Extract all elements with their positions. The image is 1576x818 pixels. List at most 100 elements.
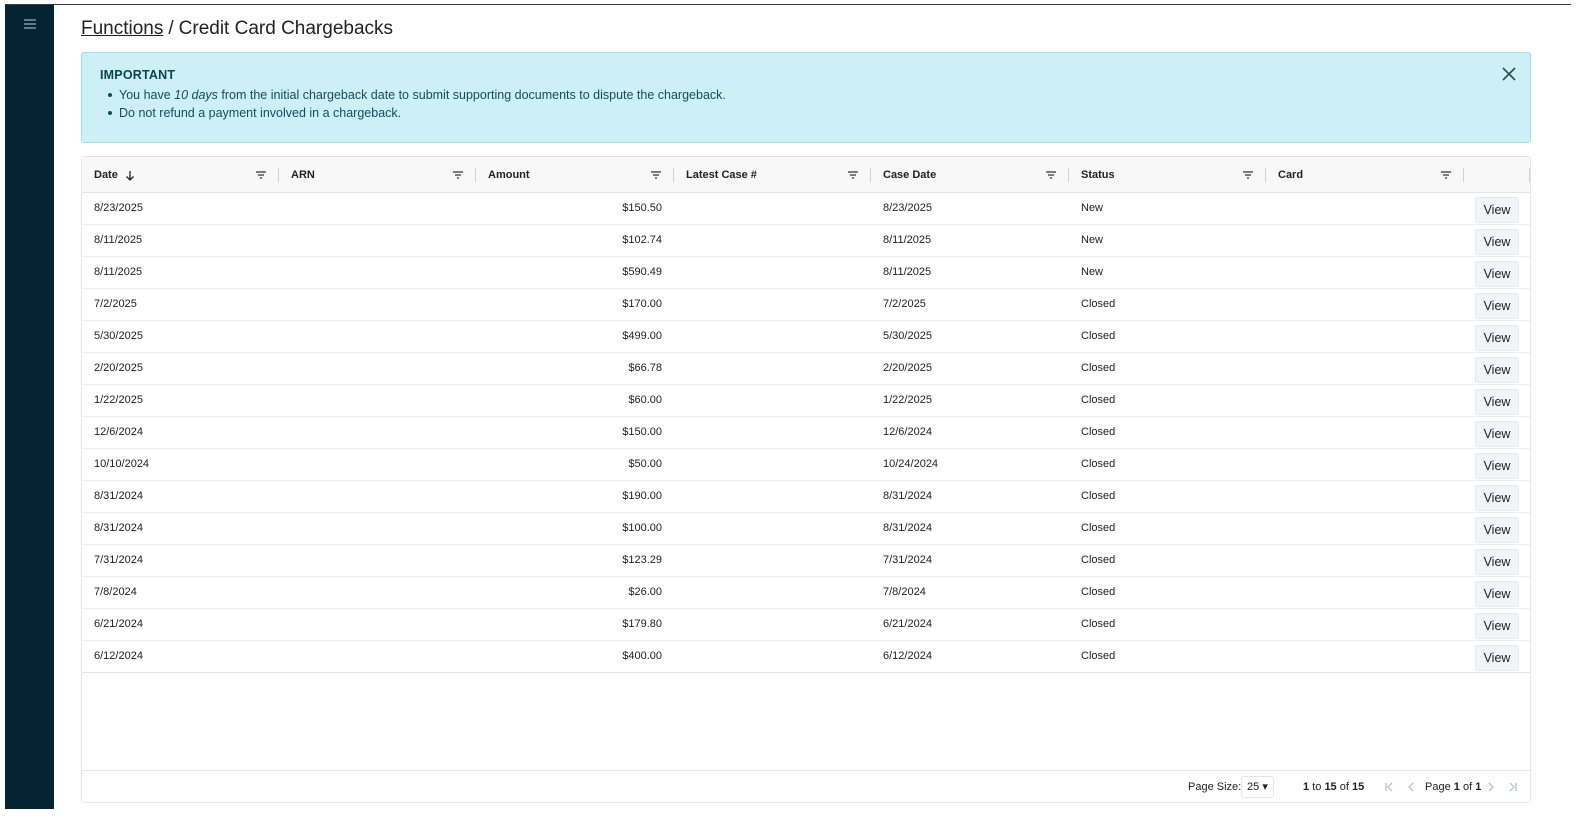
view-button[interactable]: View [1475,293,1519,319]
filter-icon[interactable] [650,169,662,181]
column-header-label: Date [94,169,118,181]
view-button[interactable]: View [1475,389,1519,415]
case-date-cell: 8/11/2025 [883,266,932,278]
breadcrumb-link-functions[interactable]: Functions [81,18,163,39]
previous-page-icon[interactable] [1405,781,1417,793]
status-cell: Closed [1081,650,1116,662]
row-range: 1 to 15 of 15 [1303,771,1364,803]
range-total: 15 [1352,781,1365,793]
date-cell: 8/23/2025 [94,202,143,214]
view-button[interactable]: View [1475,229,1519,255]
table-row: 7/8/2024 $26.00 7/8/2024 Closed View [82,577,1530,609]
status-cell: Closed [1081,618,1116,630]
view-button[interactable]: View [1475,549,1519,575]
column-header-label: Case Date [883,169,937,181]
case-date-cell: 10/24/2024 [883,458,939,470]
column-header-latest-case[interactable]: Latest Case # [674,157,871,193]
view-button[interactable]: View [1475,645,1519,671]
table-row: 7/31/2024 $123.29 7/31/2024 Closed View [82,545,1530,577]
column-header-amount[interactable]: Amount [476,157,674,193]
column-header-case-date[interactable]: Case Date [871,157,1069,193]
status-cell: New [1081,234,1104,246]
view-button[interactable]: View [1475,517,1519,543]
close-icon[interactable] [1500,65,1518,83]
date-cell: 2/20/2025 [94,362,143,374]
filter-icon[interactable] [1440,169,1452,181]
case-date-cell: 8/11/2025 [883,234,932,246]
date-cell: 5/30/2025 [94,330,143,342]
column-header-label: Status [1081,169,1115,181]
view-button[interactable]: View [1475,421,1519,447]
range-from: 1 [1303,781,1310,793]
date-cell: 8/11/2025 [94,234,143,246]
column-header-card[interactable]: Card [1266,157,1464,193]
column-header-label: ARN [291,169,315,181]
status-cell: Closed [1081,522,1116,534]
column-header-arn[interactable]: ARN [279,157,476,193]
alert-item-emphasis: 10 days [174,88,218,102]
alert-item-deadline: You have 10 days from the initial charge… [108,86,726,104]
table-row: 5/30/2025 $499.00 5/30/2025 Closed View [82,321,1530,353]
column-header-status[interactable]: Status [1069,157,1266,193]
filter-icon[interactable] [1242,169,1254,181]
main-content: Functions / Credit Card Chargebacks IMPORT… [81,5,1532,809]
column-header-date[interactable]: Date [82,157,279,193]
filter-icon[interactable] [1045,169,1057,181]
date-cell: 10/10/2024 [94,458,150,470]
breadcrumb-separator: / [168,18,174,39]
filter-icon[interactable] [452,169,464,181]
date-cell: 8/11/2025 [94,266,143,278]
case-date-cell: 2/20/2025 [883,362,932,374]
view-button[interactable]: View [1475,325,1519,351]
case-date-cell: 6/21/2024 [883,618,932,630]
filter-icon[interactable] [255,169,267,181]
next-page-icon[interactable] [1485,781,1497,793]
status-cell: Closed [1081,458,1116,470]
case-date-cell: 7/31/2024 [883,554,932,566]
filter-icon[interactable] [847,169,859,181]
date-cell: 12/6/2024 [94,426,143,438]
last-page-icon[interactable] [1507,781,1519,793]
status-cell: Closed [1081,426,1116,438]
status-cell: Closed [1081,298,1116,310]
hamburger-menu-icon[interactable] [21,15,39,33]
case-date-cell: 7/8/2024 [883,586,926,598]
alert-item-refund: Do not refund a payment involved in a ch… [108,104,726,122]
case-date-cell: 5/30/2025 [883,330,932,342]
date-cell: 6/12/2024 [94,650,143,662]
view-button[interactable]: View [1475,581,1519,607]
chargebacks-table: Date ARN Amount Latest Case # Case Date [81,156,1531,803]
table-row: 7/2/2025 $170.00 7/2/2025 Closed View [82,289,1530,321]
column-header-actions [1464,157,1530,193]
case-date-cell: 8/31/2024 [883,522,932,534]
view-button[interactable]: View [1475,357,1519,383]
page-title: Credit Card Chargebacks [178,18,394,39]
status-cell: Closed [1081,586,1116,598]
view-button[interactable]: View [1475,261,1519,287]
date-cell: 1/22/2025 [94,394,143,406]
amount-cell: $170.00 [622,298,662,310]
page-of-word: of [1462,781,1473,793]
case-date-cell: 7/2/2025 [883,298,926,310]
range-to-word: to [1312,781,1322,793]
alert-title: IMPORTANT [100,68,176,82]
row-divider [82,672,1530,673]
table-row: 12/6/2024 $150.00 12/6/2024 Closed View [82,417,1530,449]
view-button[interactable]: View [1475,485,1519,511]
date-cell: 7/2/2025 [94,298,137,310]
table-row: 8/11/2025 $102.74 8/11/2025 New View [82,225,1530,257]
alert-item-text: from the initial chargeback date to subm… [217,88,726,102]
page-size-select[interactable]: 25 ▾ [1241,776,1274,798]
first-page-icon[interactable] [1383,781,1395,793]
status-cell: Closed [1081,330,1116,342]
sidebar [5,5,54,809]
alert-list: You have 10 days from the initial charge… [108,86,726,122]
alert-item-text: You have [119,88,175,102]
view-button[interactable]: View [1475,453,1519,479]
column-divider[interactable] [1529,168,1530,182]
status-cell: Closed [1081,554,1116,566]
table-row: 8/23/2025 $150.50 8/23/2025 New View [82,193,1530,225]
status-cell: Closed [1081,394,1116,406]
view-button[interactable]: View [1475,197,1519,223]
view-button[interactable]: View [1475,613,1519,639]
